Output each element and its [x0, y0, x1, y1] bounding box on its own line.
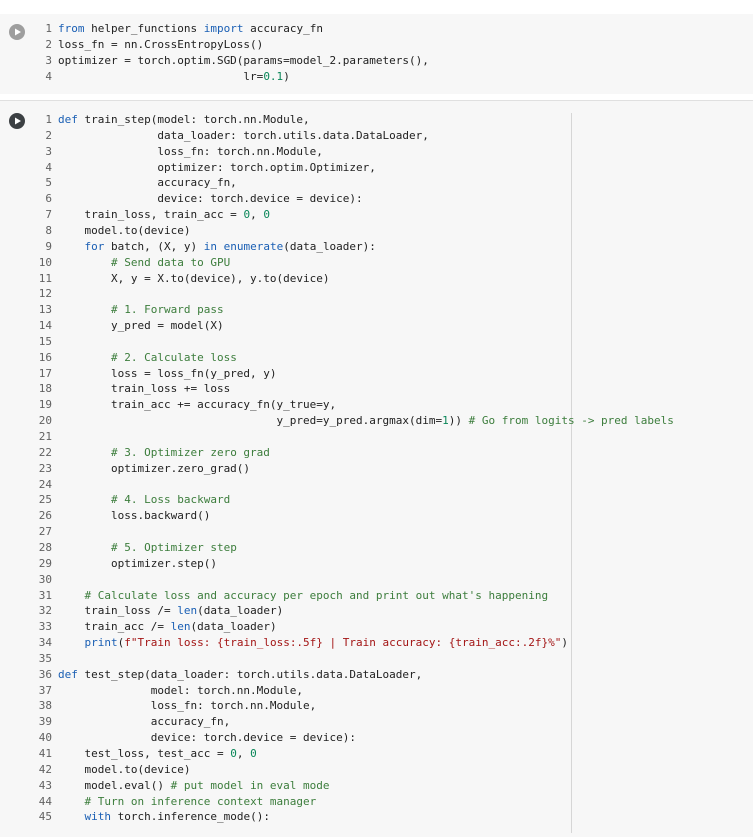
code-text: # 5. Optimizer step [110, 540, 237, 554]
code-text: model.to(device) [58, 223, 191, 237]
line-number: 2 [45, 128, 52, 142]
code-text: # 4. Loss backward [110, 493, 231, 507]
code-text: def train_step(model: torch.nn.Module, [58, 113, 310, 126]
code-text: # Calculate loss and accuracy per epoch … [84, 588, 549, 602]
column-ruler [571, 113, 572, 833]
line-number: 38 [38, 699, 52, 713]
code-text: device: torch.device = device): [58, 731, 357, 745]
code-text: accuracy_fn, [58, 176, 237, 190]
code-text: loss = loss_fn(y_pred, y) [58, 366, 277, 380]
code-text: test_loss, test_acc = 0, 0 [58, 747, 257, 760]
code-text: # 3. Optimizer zero grad [110, 445, 270, 459]
line-number: 1 [45, 22, 52, 35]
code-text: model.eval() # put model in eval mode [58, 778, 330, 792]
code-text: train_acc += accuracy_fn(y_true=y, [58, 398, 337, 412]
line-number: 45 [38, 810, 52, 824]
line-number: 16 [38, 350, 52, 364]
code-text: train_loss += loss [58, 382, 231, 396]
code-cell-2[interactable]: 1 def train_step(model: torch.nn.Module, 2… [0, 100, 753, 837]
code-text: optimizer: torch.optim.Optimizer, [58, 160, 376, 174]
line-number: 42 [38, 762, 52, 776]
code-text: accuracy_fn, [58, 715, 231, 729]
line-number: 10 [38, 255, 52, 269]
line-number: 9 [45, 239, 52, 253]
line-number: 17 [38, 366, 52, 380]
code-text: print(f"Train loss: {train_loss:.5f} | T… [84, 636, 568, 650]
code-text: def test_step(data_loader: torch.utils.d… [58, 667, 423, 681]
code-text: data_loader: torch.utils.data.DataLoader… [58, 128, 429, 142]
line-number: 19 [38, 398, 52, 412]
code-text: optimizer.zero_grad() [58, 461, 251, 475]
line-number: 13 [38, 303, 52, 317]
line-number: 28 [38, 540, 52, 554]
line-number: 22 [38, 445, 52, 459]
line-number: 12 [38, 287, 52, 301]
code-text: lr=0.1) [58, 69, 290, 83]
code-text: X, y = X.to(device), y.to(device) [58, 271, 330, 285]
code-text: # 2. Calculate loss [110, 350, 237, 364]
code-text: loss_fn = nn.CrossEntropyLoss() [58, 37, 264, 51]
line-number: 20 [38, 414, 52, 428]
line-number: 29 [38, 556, 52, 570]
code-text: y_pred=y_pred.argmax(dim=1)) # Go from l… [58, 414, 674, 428]
line-number: 27 [38, 525, 52, 539]
line-number: 26 [38, 509, 52, 523]
line-number: 40 [38, 731, 52, 745]
line-number: 34 [38, 636, 52, 650]
code-text: train_acc /= len(data_loader) [58, 620, 277, 634]
line-number: 44 [38, 794, 52, 808]
line-number: 18 [38, 382, 52, 396]
line-number: 21 [38, 430, 52, 443]
line-number: 3 [45, 144, 52, 158]
line-number: 5 [45, 176, 52, 190]
code-text: with torch.inference_mode(): [84, 810, 270, 824]
code-text: loss.backward() [58, 509, 211, 523]
line-number: 35 [38, 651, 52, 665]
line-number: 41 [38, 747, 52, 760]
line-number: 11 [38, 271, 52, 285]
line-number: 7 [45, 208, 52, 222]
line-number: 39 [38, 715, 52, 729]
line-number: 31 [38, 588, 52, 602]
code-text: # Turn on inference context manager [84, 794, 317, 808]
line-number: 32 [38, 604, 52, 618]
line-number: 30 [38, 572, 52, 586]
line-number: 23 [38, 461, 52, 475]
line-number: 24 [38, 477, 52, 491]
code-text: train_loss, train_acc = 0, 0 [58, 208, 270, 222]
line-number: 8 [45, 223, 52, 237]
code-text: # Send data to GPU [110, 255, 231, 269]
code-text: # 1. Forward pass [110, 303, 224, 317]
code-text: train_loss /= len(data_loader) [58, 604, 284, 618]
code-text: device: torch.device = device): [58, 192, 363, 206]
code-text: optimizer.step() [58, 556, 217, 570]
line-number: 33 [38, 620, 52, 634]
code-text: y_pred = model(X) [58, 319, 224, 333]
line-number: 4 [45, 160, 52, 174]
line-number: 15 [38, 334, 52, 348]
line-number: 1 [45, 113, 52, 126]
line-number: 14 [38, 319, 52, 333]
code-text: optimizer = torch.optim.SGD(params=model… [58, 53, 429, 67]
code-cell-1[interactable]: 1 from helper_functions import accuracy_f… [0, 14, 753, 94]
code-text: loss_fn: torch.nn.Module, [58, 699, 317, 713]
line-number: 4 [45, 69, 52, 83]
code-text: loss_fn: torch.nn.Module, [58, 144, 323, 158]
code-text: for batch, (X, y) in enumerate(data_load… [84, 239, 376, 253]
line-number: 25 [38, 493, 52, 507]
code-text: model.to(device) [58, 762, 191, 776]
line-number: 43 [38, 778, 52, 792]
line-number: 6 [45, 192, 52, 206]
code-text: from helper_functions import accuracy_fn [58, 22, 323, 35]
code-text: model: torch.nn.Module, [58, 683, 304, 697]
line-number: 36 [38, 667, 52, 681]
line-number: 37 [38, 683, 52, 697]
line-number: 3 [45, 53, 52, 67]
line-number: 2 [45, 37, 52, 51]
